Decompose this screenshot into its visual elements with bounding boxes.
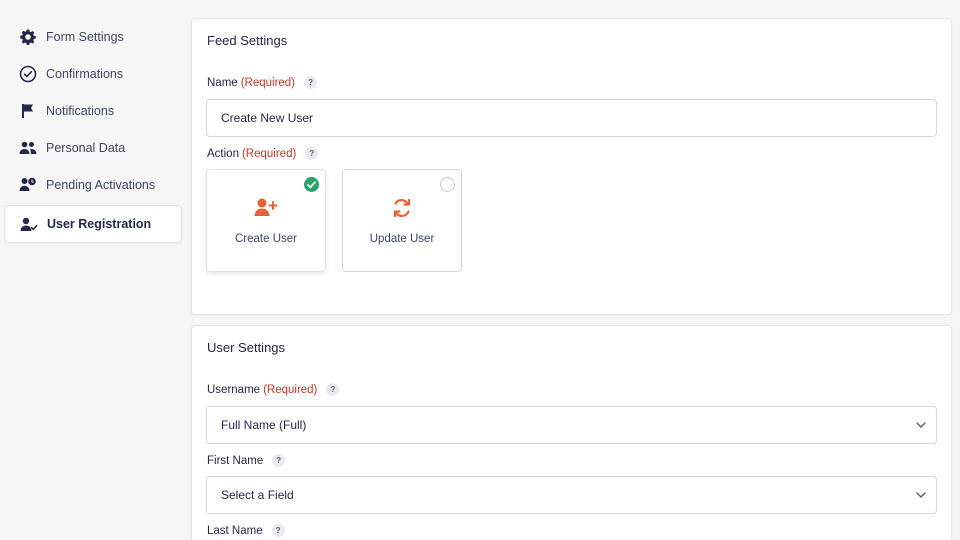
chevron-down-icon [916,492,926,498]
sidebar-item-form-settings[interactable]: Form Settings [4,18,182,55]
label-text: Last Name [207,524,263,537]
user-check-icon [19,214,39,234]
chevron-down-icon [916,422,926,428]
sidebar-item-label: Personal Data [46,140,126,155]
username-select[interactable]: Full Name (Full) [206,406,937,444]
action-field-label: Action (Required) ? [207,147,319,160]
panel-title: Feed Settings [207,33,288,48]
first-name-field-label: First Name ? [207,454,286,467]
last-name-field-label: Last Name ? [207,524,285,537]
required-marker: (Required) [241,147,297,160]
label-text: Action [207,147,239,160]
select-value: Select a Field [221,488,294,502]
user-plus-icon [253,195,279,221]
sidebar-item-personal-data[interactable]: Personal Data [4,129,182,166]
sidebar-item-notifications[interactable]: Notifications [4,92,182,129]
label-text: Username [207,383,261,396]
feed-settings-panel: Feed Settings Name (Required) ? Create N… [191,18,952,315]
sync-icon [389,195,415,221]
select-value: Full Name (Full) [221,418,307,432]
sidebar-item-label: Notifications [46,103,115,118]
sidebar-item-label: Pending Activations [46,177,156,192]
choice-label: Create User [235,233,297,245]
help-icon[interactable]: ? [326,383,340,396]
choice-label: Update User [369,233,435,245]
flag-icon [18,101,38,121]
user-clock-icon [18,175,38,195]
help-icon[interactable]: ? [304,76,318,89]
user-settings-panel: User Settings Username (Required) ? Full… [191,325,952,540]
sidebar-item-label: User Registration [47,217,152,231]
required-marker: (Required) [263,383,318,396]
help-icon[interactable]: ? [272,454,286,467]
settings-sidebar: Form Settings Confirmations Notification… [4,18,182,243]
people-icon [18,138,38,158]
sidebar-item-label: Form Settings [46,29,124,44]
check-circle-icon [18,64,38,84]
action-choice-update-user[interactable]: Update User [342,169,462,272]
label-text: First Name [207,454,264,467]
gear-icon [18,27,38,47]
sidebar-item-label: Confirmations [46,66,124,81]
sidebar-item-pending-activations[interactable]: Pending Activations [4,166,182,203]
panel-title: User Settings [207,340,286,355]
sidebar-item-user-registration[interactable]: User Registration [4,205,182,243]
username-field-label: Username (Required) ? [207,383,340,396]
name-field-label: Name (Required) ? [207,76,318,89]
input-value: Create New User [221,111,314,125]
sidebar-item-confirmations[interactable]: Confirmations [4,55,182,92]
first-name-select[interactable]: Select a Field [206,476,937,514]
required-marker: (Required) [240,76,296,89]
feed-name-input[interactable]: Create New User [206,99,937,137]
help-icon[interactable]: ? [305,147,319,160]
unselected-radio-icon [440,177,455,192]
help-icon[interactable]: ? [271,524,285,537]
selected-check-icon [304,177,319,192]
label-text: Name [207,76,238,89]
action-choice-create-user[interactable]: Create User [206,169,326,272]
